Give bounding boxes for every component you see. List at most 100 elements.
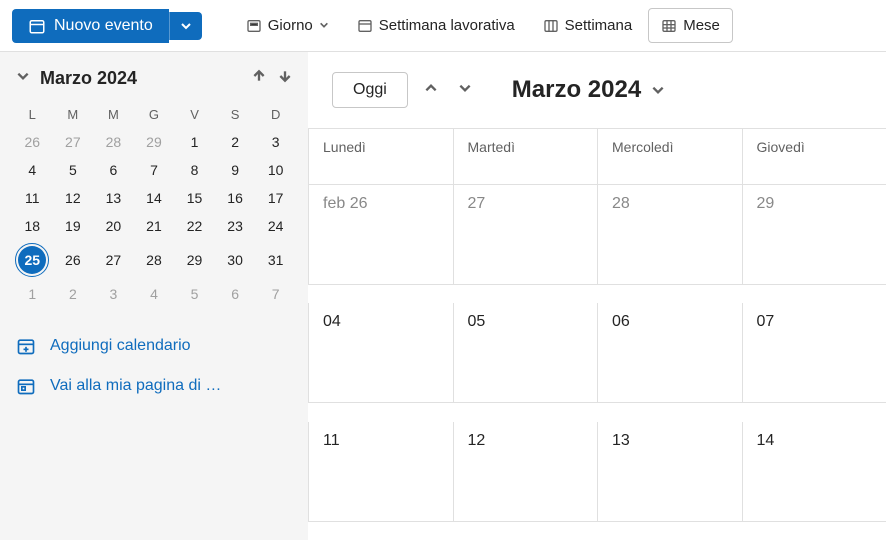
goto-page-link[interactable]: Vai alla mia pagina di … [12, 376, 296, 396]
mini-day-cell[interactable]: 27 [53, 128, 94, 156]
mini-day-cell[interactable]: 4 [12, 156, 53, 184]
mini-day-cell[interactable]: 31 [255, 240, 296, 280]
view-week[interactable]: Settimana [531, 8, 645, 43]
mini-day-cell[interactable]: 26 [12, 128, 53, 156]
mini-day-cell[interactable]: 12 [53, 184, 94, 212]
mini-day-cell[interactable]: 20 [93, 212, 134, 240]
chevron-down-icon [651, 83, 665, 97]
week-view-icon [543, 18, 559, 34]
chevron-down-icon [458, 81, 472, 95]
mini-day-cell[interactable]: 3 [255, 128, 296, 156]
calendar-cell[interactable]: 04 [308, 303, 453, 403]
mini-dow-header: D [255, 101, 296, 128]
mini-day-cell[interactable]: 2 [53, 280, 94, 308]
view-day[interactable]: Giorno [234, 8, 341, 43]
mini-day-cell[interactable]: 8 [174, 156, 215, 184]
mini-dow-header: G [134, 101, 175, 128]
mini-day-cell[interactable]: 10 [255, 156, 296, 184]
calendar-cell[interactable]: feb 26 [308, 185, 453, 285]
mini-day-cell[interactable]: 29 [174, 240, 215, 280]
mini-day-cell[interactable]: 6 [93, 156, 134, 184]
add-calendar-link[interactable]: Aggiungi calendario [12, 336, 296, 356]
mini-day-cell[interactable]: 9 [215, 156, 256, 184]
view-month-label: Mese [683, 17, 720, 34]
view-week-label: Settimana [565, 17, 633, 34]
view-workweek[interactable]: Settimana lavorativa [345, 8, 527, 43]
calendar-grid: LunedìMartedìMercoledìGiovedìfeb 2627282… [308, 128, 886, 540]
goto-page-label: Vai alla mia pagina di … [50, 377, 221, 395]
mini-day-cell[interactable]: 17 [255, 184, 296, 212]
mini-day-cell[interactable]: 28 [134, 240, 175, 280]
mini-day-cell[interactable]: 3 [93, 280, 134, 308]
calendar-title[interactable]: Marzo 2024 [512, 76, 665, 104]
mini-day-cell[interactable]: 1 [12, 280, 53, 308]
mini-day-cell[interactable]: 5 [174, 280, 215, 308]
calendar-cell[interactable]: 29 [742, 185, 886, 285]
mini-day-cell[interactable]: 27 [93, 240, 134, 280]
mini-day-cell[interactable]: 4 [134, 280, 175, 308]
sidebar: Marzo 2024 LMMGVSD 262728291234567891011… [0, 52, 308, 540]
new-event-button[interactable]: Nuovo evento [12, 9, 169, 43]
mini-day-cell[interactable]: 5 [53, 156, 94, 184]
view-day-label: Giorno [268, 17, 313, 34]
mini-day-cell[interactable]: 14 [134, 184, 175, 212]
chevron-down-icon [180, 20, 192, 32]
mini-day-cell[interactable]: 23 [215, 212, 256, 240]
mini-day-cell[interactable]: 15 [174, 184, 215, 212]
mini-day-cell[interactable]: 7 [134, 156, 175, 184]
mini-day-cell[interactable]: 18 [12, 212, 53, 240]
view-month[interactable]: Mese [648, 8, 733, 43]
mini-day-cell[interactable]: 2 [215, 128, 256, 156]
calendar-cell[interactable]: 13 [597, 422, 742, 522]
calendar-cell[interactable]: 14 [742, 422, 886, 522]
mini-day-cell[interactable]: 16 [215, 184, 256, 212]
calendar-cell[interactable]: 12 [453, 422, 598, 522]
mini-day-cell[interactable]: 11 [12, 184, 53, 212]
collapse-sidebar[interactable] [16, 69, 40, 88]
mini-day-cell[interactable]: 1 [174, 128, 215, 156]
chevron-down-icon [319, 20, 329, 30]
calendar-cell[interactable]: 07 [742, 303, 886, 403]
new-event-split-button: Nuovo evento [12, 9, 202, 43]
mini-day-cell[interactable]: 19 [53, 212, 94, 240]
day-header: Mercoledì [597, 129, 742, 185]
mini-next-month[interactable] [278, 69, 292, 88]
add-calendar-label: Aggiungi calendario [50, 337, 191, 355]
chevron-down-icon [16, 69, 30, 83]
mini-dow-header: L [12, 101, 53, 128]
calendar-title-label: Marzo 2024 [512, 76, 641, 104]
mini-calendar-title[interactable]: Marzo 2024 [40, 68, 252, 89]
mini-day-cell[interactable]: 30 [215, 240, 256, 280]
month-view-icon [661, 18, 677, 34]
mini-day-cell[interactable]: 22 [174, 212, 215, 240]
mini-day-cell[interactable]: 13 [93, 184, 134, 212]
mini-day-cell[interactable]: 6 [215, 280, 256, 308]
calendar-cell[interactable]: 27 [453, 185, 598, 285]
view-switcher: Giorno Settimana lavorativa Settimana Me… [234, 8, 733, 43]
day-header: Martedì [453, 129, 598, 185]
mini-day-cell[interactable]: 29 [134, 128, 175, 156]
mini-day-cell[interactable]: 21 [134, 212, 175, 240]
calendar-cell[interactable]: 06 [597, 303, 742, 403]
mini-day-cell[interactable]: 26 [53, 240, 94, 280]
mini-day-cell[interactable]: 24 [255, 212, 296, 240]
mini-day-cell[interactable]: 28 [93, 128, 134, 156]
arrow-up-icon [252, 69, 266, 83]
calendar-cell[interactable]: 28 [597, 185, 742, 285]
mini-calendar-header: Marzo 2024 [12, 68, 296, 89]
day-header: Giovedì [742, 129, 886, 185]
mini-prev-month[interactable] [252, 69, 266, 88]
mini-dow-header: M [93, 101, 134, 128]
today-button[interactable]: Oggi [332, 72, 408, 108]
sidebar-links: Aggiungi calendario Vai alla mia pagina … [12, 336, 296, 396]
mini-day-cell[interactable]: 7 [255, 280, 296, 308]
prev-period[interactable] [424, 81, 438, 100]
mini-day-cell[interactable]: 25 [12, 240, 53, 280]
new-event-dropdown[interactable] [169, 12, 202, 40]
view-workweek-label: Settimana lavorativa [379, 17, 515, 34]
calendar-cell[interactable]: 05 [453, 303, 598, 403]
arrow-down-icon [278, 69, 292, 83]
next-period[interactable] [458, 81, 472, 100]
calendar-cell[interactable]: 11 [308, 422, 453, 522]
calendar-main: Oggi Marzo 2024 LunedìMartedìMercoledìGi… [308, 52, 886, 540]
